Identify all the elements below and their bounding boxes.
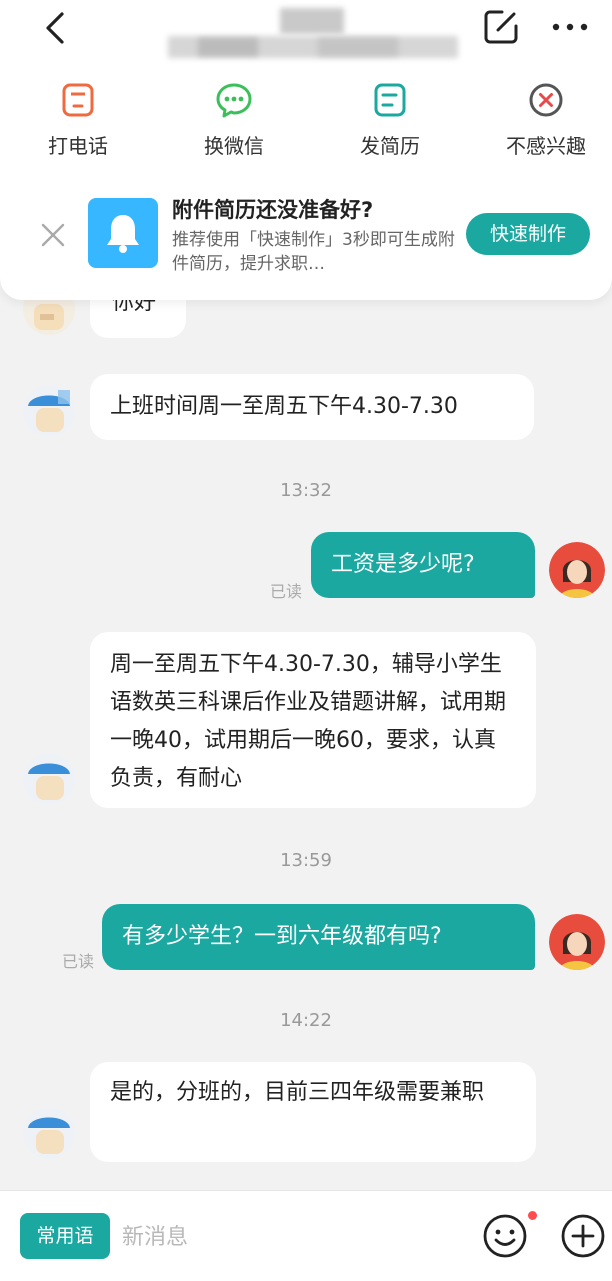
- action-label: 打电话: [48, 134, 108, 158]
- recruiter-avatar[interactable]: [22, 1106, 76, 1160]
- close-icon[interactable]: [40, 222, 66, 248]
- message-input[interactable]: [120, 1213, 464, 1261]
- plus-icon[interactable]: [560, 1213, 606, 1259]
- action-send-resume[interactable]: 发简历: [330, 80, 450, 159]
- action-not-interested[interactable]: 不感兴趣: [486, 80, 606, 159]
- action-wechat[interactable]: 换微信: [174, 80, 294, 159]
- message-text: 上班时间周一至周五下午4.30-7.30: [110, 394, 458, 419]
- read-status: 已读: [270, 582, 303, 601]
- resume-icon: [374, 83, 406, 117]
- emoji-icon[interactable]: [482, 1213, 528, 1259]
- action-label: 换微信: [204, 134, 264, 158]
- promo-title: 附件简历还没准备好?: [172, 198, 374, 222]
- contact-title-obscured: [168, 8, 458, 60]
- promo-description: 推荐使用「快速制作」3秒即可生成附件简历，提升求职…: [172, 230, 455, 274]
- quick-actions: 打电话 换微信 发简历 不感兴趣: [0, 80, 612, 160]
- message-bubble: 是的，分班的，目前三四年级需要兼职: [90, 1062, 536, 1162]
- timestamp: 13:59: [280, 850, 332, 871]
- message-bubble-mine: 有多少学生？一到六年级都有吗?: [102, 904, 535, 970]
- recruiter-avatar[interactable]: [22, 752, 76, 806]
- back-arrow-icon[interactable]: [36, 8, 76, 48]
- chat-header: 打电话 换微信 发简历 不感兴趣 附件简历还没准备好? 推荐使用「快速制作」3秒…: [0, 0, 612, 300]
- phone-icon: [62, 83, 94, 117]
- message-bubble: 上班时间周一至周五下午4.30-7.30: [90, 374, 534, 440]
- my-avatar[interactable]: [549, 914, 605, 970]
- action-label: 发简历: [360, 134, 420, 158]
- more-icon[interactable]: [548, 10, 592, 44]
- my-avatar[interactable]: [549, 542, 605, 598]
- quick-create-button[interactable]: 快速制作: [466, 213, 590, 255]
- message-text: 有多少学生？一到六年级都有吗?: [122, 924, 442, 949]
- timestamp: 14:22: [280, 1010, 332, 1031]
- message-text: 工资是多少呢?: [331, 552, 475, 577]
- action-label: 不感兴趣: [506, 134, 586, 158]
- message-bubble-mine: 工资是多少呢?: [311, 532, 535, 598]
- not-interested-icon: [529, 83, 563, 117]
- recruiter-avatar[interactable]: [22, 384, 76, 438]
- message-text: 是的，分班的，目前三四年级需要兼职: [110, 1080, 485, 1105]
- resume-promo-banner: 附件简历还没准备好? 推荐使用「快速制作」3秒即可生成附件简历，提升求职… 快速…: [0, 190, 612, 280]
- action-call[interactable]: 打电话: [18, 80, 138, 159]
- read-status: 已读: [62, 952, 95, 971]
- timestamp: 13:32: [280, 480, 332, 501]
- wechat-icon: [216, 83, 252, 118]
- message-bubble: 周一至周五下午4.30-7.30，辅导小学生语数英三科课后作业及错题讲解，试用期…: [90, 632, 536, 808]
- bell-icon: [88, 198, 158, 268]
- message-text: 周一至周五下午4.30-7.30，辅导小学生语数英三科课后作业及错题讲解，试用期…: [110, 652, 507, 791]
- input-bar: 常用语: [0, 1190, 612, 1281]
- common-phrases-button[interactable]: 常用语: [20, 1213, 110, 1259]
- edit-icon[interactable]: [480, 6, 522, 48]
- notification-dot: [528, 1211, 537, 1220]
